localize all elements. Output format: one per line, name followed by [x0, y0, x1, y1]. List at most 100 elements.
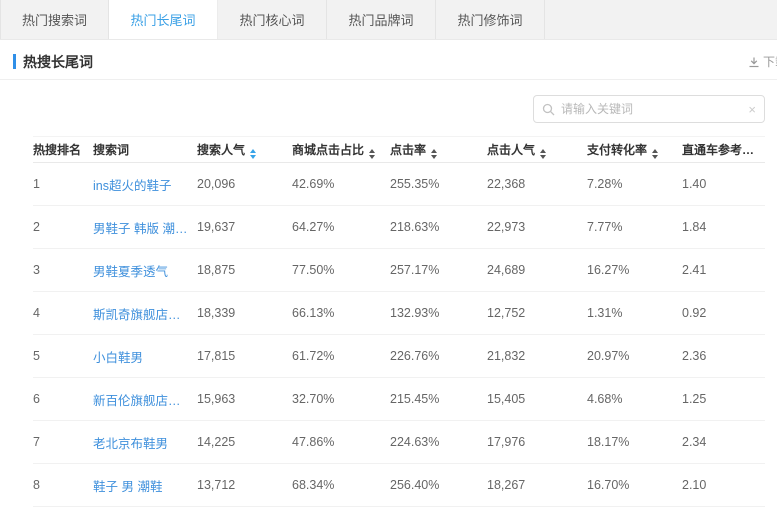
click-popularity-cell: 18,267 [487, 478, 587, 492]
click-rate-cell: 256.40% [390, 478, 487, 492]
click-rate-cell: 224.63% [390, 435, 487, 449]
sort-icon-mall-click-share[interactable] [369, 149, 375, 159]
table-row: 2男鞋子 韩版 潮流 英...19,63764.27%218.63%22,973… [33, 206, 765, 249]
col-header-keyword: 搜索词 [93, 141, 197, 158]
panel-header: 热搜长尾词 下载 [0, 40, 777, 80]
rank-cell: 6 [33, 392, 93, 406]
tab-hot-brand-words[interactable]: 热门品牌词 [327, 0, 436, 39]
download-icon [748, 56, 760, 68]
col-header-rank: 热搜排名 [33, 141, 93, 158]
click-popularity-cell: 12,752 [487, 306, 587, 320]
rank-cell: 7 [33, 435, 93, 449]
tab-hot-longtail-words[interactable]: 热门长尾词 [109, 0, 218, 39]
keyword-link[interactable]: 男鞋子 韩版 潮流 英... [93, 218, 197, 237]
rank-cell: 8 [33, 478, 93, 492]
click-popularity-cell: 21,832 [487, 349, 587, 363]
keyword-link[interactable]: 斯凯奇旗舰店官方旗舰 [93, 304, 197, 323]
sort-icon-search-popularity[interactable] [250, 149, 256, 159]
sort-icon-click-rate[interactable] [431, 149, 437, 159]
keyword-link[interactable]: 男鞋夏季透气 [93, 261, 197, 280]
mall-click-share-cell: 47.86% [292, 435, 390, 449]
ztc-ref-price-cell: 2.41 [682, 263, 765, 277]
pay-conversion-cell: 7.28% [587, 177, 682, 191]
col-header-click-rate: 点击率 [390, 141, 487, 159]
table-header-row: 热搜排名 搜索词 搜索人气 商城点击占比 点击率 点击人气 支付转化率 直通车参… [33, 136, 765, 163]
table-row: 5小白鞋男17,81561.72%226.76%21,83220.97%2.36 [33, 335, 765, 378]
search-row: × [0, 80, 777, 136]
keyword-link[interactable]: 小白鞋男 [93, 347, 197, 366]
download-button[interactable]: 下载 [748, 53, 777, 70]
rank-cell: 2 [33, 220, 93, 234]
search-popularity-cell: 14,225 [197, 435, 292, 449]
click-rate-cell: 226.76% [390, 349, 487, 363]
pay-conversion-cell: 20.97% [587, 349, 682, 363]
rank-cell: 1 [33, 177, 93, 191]
click-popularity-cell: 15,405 [487, 392, 587, 406]
click-rate-cell: 257.17% [390, 263, 487, 277]
mall-click-share-cell: 61.72% [292, 349, 390, 363]
ztc-ref-price-cell: 2.36 [682, 349, 765, 363]
click-popularity-cell: 22,973 [487, 220, 587, 234]
tab-hot-core-words[interactable]: 热门核心词 [218, 0, 327, 39]
download-label: 下载 [763, 53, 777, 70]
rank-cell: 5 [33, 349, 93, 363]
keyword-link[interactable]: 鞋子 男 潮鞋 [93, 476, 197, 495]
click-rate-cell: 255.35% [390, 177, 487, 191]
clear-search-icon[interactable]: × [742, 103, 756, 116]
mall-click-share-cell: 64.27% [292, 220, 390, 234]
click-popularity-cell: 24,689 [487, 263, 587, 277]
tab-hot-modifier-words[interactable]: 热门修饰词 [436, 0, 545, 39]
table-row: 8鞋子 男 潮鞋13,71268.34%256.40%18,26716.70%2… [33, 464, 765, 507]
click-rate-cell: 218.63% [390, 220, 487, 234]
search-popularity-cell: 15,963 [197, 392, 292, 406]
top-tab-bar: 热门搜索词 热门长尾词 热门核心词 热门品牌词 热门修饰词 [0, 0, 777, 40]
mall-click-share-cell: 77.50% [292, 263, 390, 277]
title-accent-bar [13, 54, 16, 69]
keyword-link[interactable]: ins超火的鞋子 [93, 175, 197, 194]
pay-conversion-cell: 7.77% [587, 220, 682, 234]
col-header-ztc-ref-price: 直通车参考价 [682, 141, 765, 159]
rank-cell: 4 [33, 306, 93, 320]
click-popularity-cell: 17,976 [487, 435, 587, 449]
search-popularity-cell: 19,637 [197, 220, 292, 234]
ztc-ref-price-cell: 0.92 [682, 306, 765, 320]
table-row: 4斯凯奇旗舰店官方旗舰18,33966.13%132.93%12,7521.31… [33, 292, 765, 335]
ztc-ref-price-cell: 2.10 [682, 478, 765, 492]
pay-conversion-cell: 16.27% [587, 263, 682, 277]
col-header-mall-click-share: 商城点击占比 [292, 141, 390, 159]
keyword-search-box: × [533, 95, 765, 123]
sort-icon-click-popularity[interactable] [540, 149, 546, 159]
search-popularity-cell: 18,875 [197, 263, 292, 277]
search-popularity-cell: 13,712 [197, 478, 292, 492]
mall-click-share-cell: 66.13% [292, 306, 390, 320]
table-row: 6新百伦旗舰店官方正品15,96332.70%215.45%15,4054.68… [33, 378, 765, 421]
table-row: 3男鞋夏季透气18,87577.50%257.17%24,68916.27%2.… [33, 249, 765, 292]
pay-conversion-cell: 16.70% [587, 478, 682, 492]
pay-conversion-cell: 18.17% [587, 435, 682, 449]
col-header-pay-conversion: 支付转化率 [587, 141, 682, 159]
col-header-click-popularity: 点击人气 [487, 141, 587, 159]
content-panel: 热搜长尾词 下载 × 热搜排名 搜索词 搜索人气 商城点击占比 点击率 点击人气… [0, 40, 777, 528]
search-popularity-cell: 20,096 [197, 177, 292, 191]
keyword-link[interactable]: 老北京布鞋男 [93, 433, 197, 452]
page-title: 热搜长尾词 [23, 52, 93, 72]
rank-cell: 3 [33, 263, 93, 277]
ztc-ref-price-cell: 1.25 [682, 392, 765, 406]
pay-conversion-cell: 1.31% [587, 306, 682, 320]
ztc-ref-price-cell: 1.84 [682, 220, 765, 234]
click-rate-cell: 215.45% [390, 392, 487, 406]
sort-icon-ztc-ref-price[interactable] [759, 149, 765, 159]
keyword-link[interactable]: 新百伦旗舰店官方正品 [93, 390, 197, 409]
click-rate-cell: 132.93% [390, 306, 487, 320]
search-popularity-cell: 17,815 [197, 349, 292, 363]
ztc-ref-price-cell: 1.40 [682, 177, 765, 191]
longtail-keyword-table: 热搜排名 搜索词 搜索人气 商城点击占比 点击率 点击人气 支付转化率 直通车参… [33, 136, 765, 507]
mall-click-share-cell: 32.70% [292, 392, 390, 406]
tab-hot-search-words[interactable]: 热门搜索词 [0, 0, 109, 39]
ztc-ref-price-cell: 2.34 [682, 435, 765, 449]
table-row: 7老北京布鞋男14,22547.86%224.63%17,97618.17%2.… [33, 421, 765, 464]
mall-click-share-cell: 68.34% [292, 478, 390, 492]
keyword-search-input[interactable] [561, 102, 742, 116]
search-icon [542, 103, 555, 116]
sort-icon-pay-conversion[interactable] [652, 149, 658, 159]
